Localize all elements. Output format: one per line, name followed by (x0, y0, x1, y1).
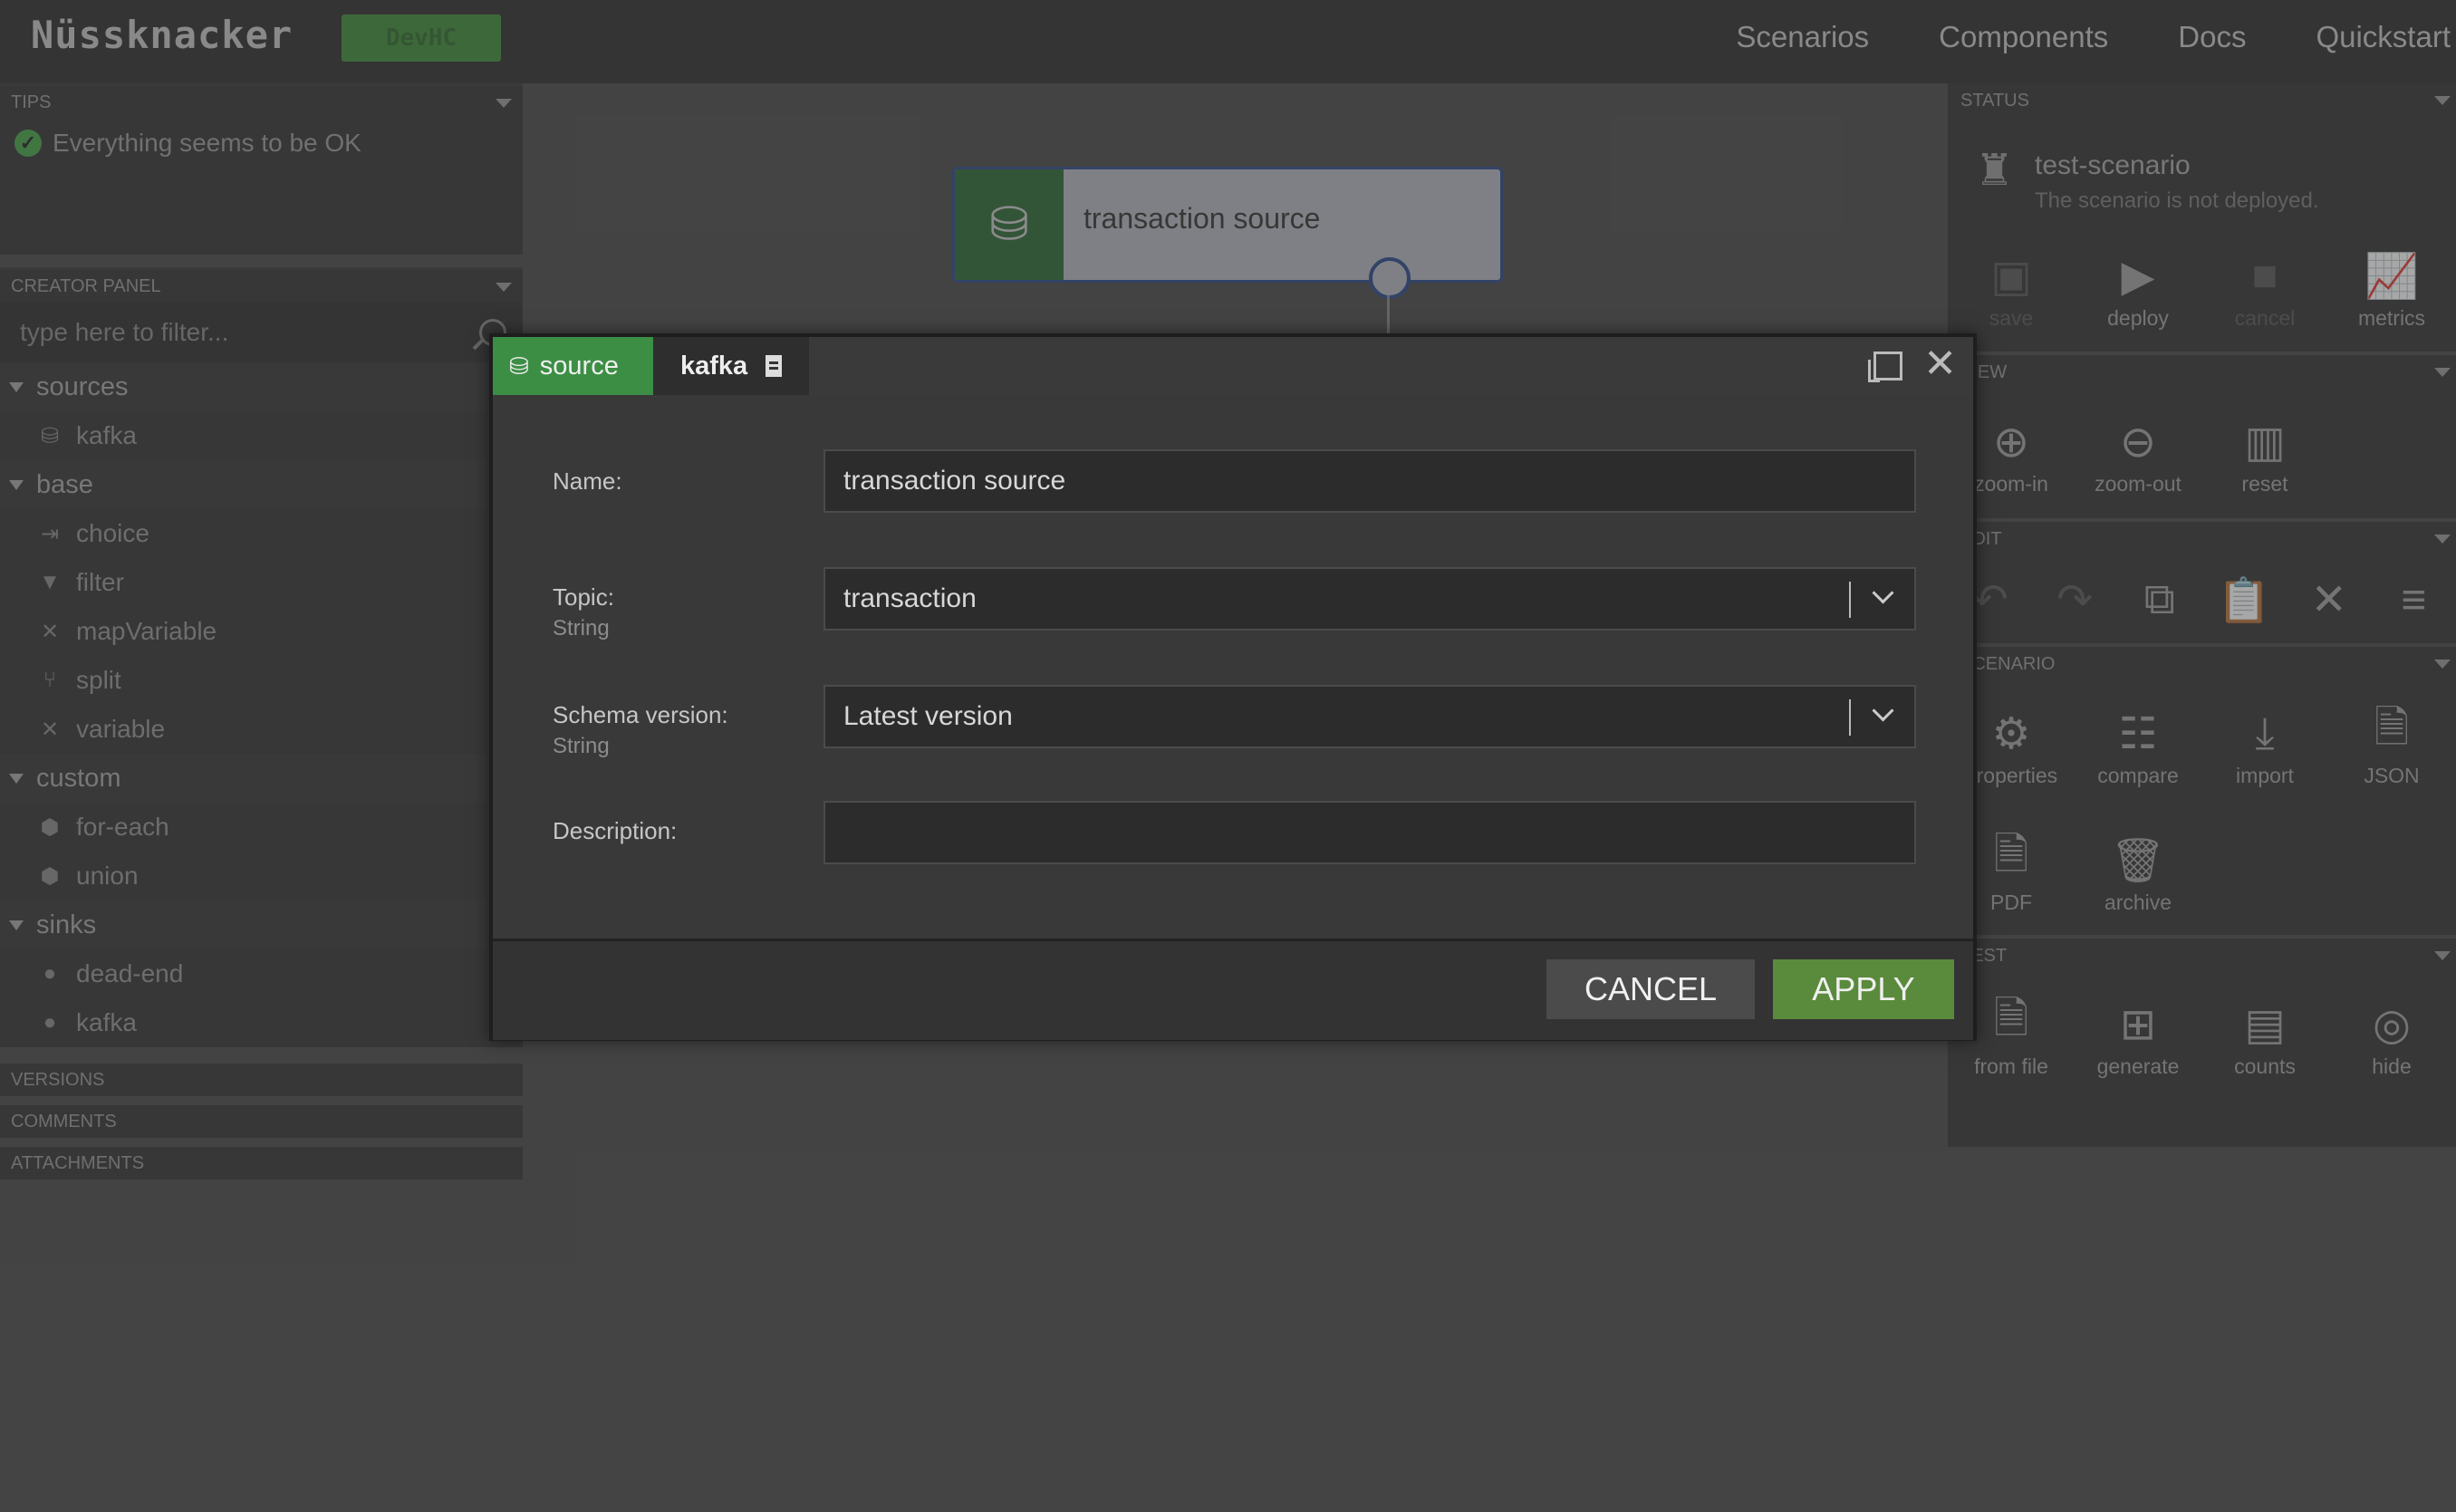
schema-version-label: Schema version: (553, 701, 728, 728)
component-docs-tab[interactable]: kafka (653, 337, 809, 395)
topic-label: Topic: (553, 583, 614, 611)
schema-version-type: String (553, 734, 610, 758)
node-edit-dialog: ⛁ source kafka ✕ Name: transaction sourc… (489, 333, 1977, 1041)
database-icon: ⛁ (509, 352, 529, 380)
schema-version-select[interactable]: Latest version (823, 685, 1916, 748)
dialog-body: Name: transaction source Topic: String t… (493, 395, 1973, 933)
chevron-down-icon (1872, 582, 1894, 604)
chevron-down-icon (1872, 699, 1894, 722)
node-type-tab: ⛁ source (493, 337, 653, 395)
description-textarea[interactable] (823, 801, 1916, 864)
dialog-header: ⛁ source kafka ✕ (493, 337, 1973, 395)
description-label: Description: (553, 817, 678, 844)
close-icon[interactable]: ✕ (1923, 344, 1957, 384)
dialog-footer: CANCEL APPLY (493, 939, 1973, 1040)
cancel-button[interactable]: CANCEL (1546, 959, 1755, 1019)
topic-select[interactable]: transaction (823, 567, 1916, 631)
document-icon (766, 355, 783, 377)
apply-button[interactable]: APPLY (1773, 959, 1954, 1019)
maximize-icon[interactable] (1868, 352, 1902, 382)
name-field[interactable]: transaction source (823, 449, 1916, 513)
topic-type: String (553, 616, 610, 640)
name-label: Name: (553, 467, 622, 495)
